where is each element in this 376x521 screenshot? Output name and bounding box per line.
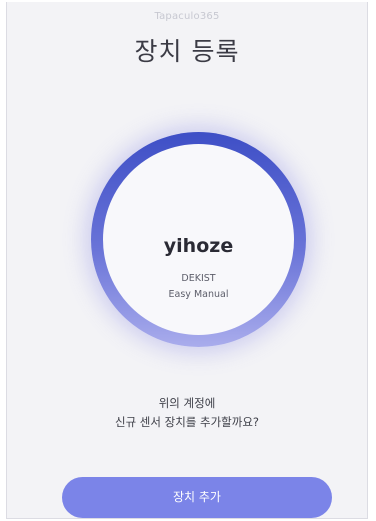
device-mode: Easy Manual [168, 289, 229, 300]
confirmation-prompt: 위의 계정에 신규 센서 장치를 추가할까요? [7, 394, 367, 432]
app-name: Tapaculo365 [154, 11, 220, 22]
device-ring: yihoze DEKIST Easy Manual [91, 132, 306, 347]
device-name: yihoze [163, 235, 234, 257]
device-registration-screen: Tapaculo365 장치 등록 yihoze DEKIST Easy Man… [6, 2, 368, 519]
page-title: 장치 등록 [134, 37, 240, 66]
prompt-line-1: 위의 계정에 [158, 396, 216, 410]
add-device-button[interactable]: 장치 추가 [62, 477, 332, 518]
device-brand: DEKIST [181, 273, 216, 284]
device-card: yihoze DEKIST Easy Manual [103, 144, 294, 335]
prompt-line-2: 신규 센서 장치를 추가할까요? [114, 415, 260, 429]
